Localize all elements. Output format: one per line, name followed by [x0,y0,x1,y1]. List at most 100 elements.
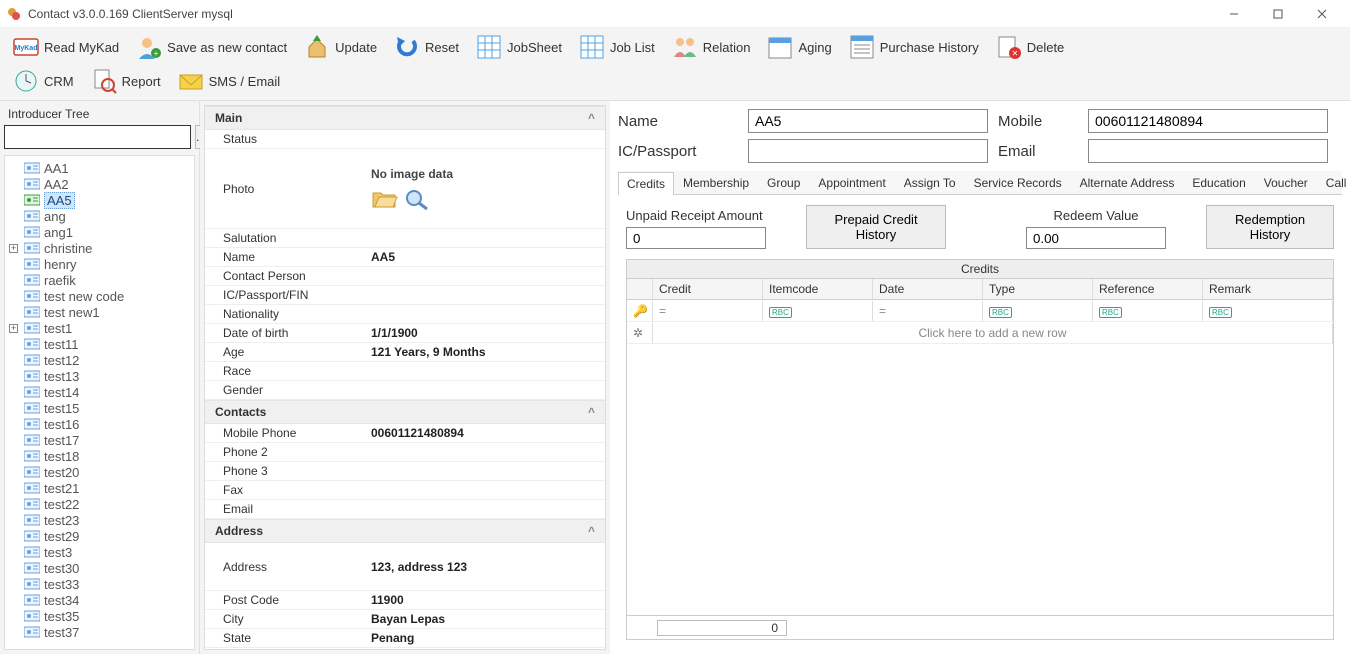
tab-assign-to[interactable]: Assign To [895,171,965,194]
mobile-input[interactable] [1088,109,1328,133]
redeem-input[interactable] [1026,227,1166,249]
tab-appointment[interactable]: Appointment [809,171,894,194]
tree-item[interactable]: test12 [7,352,192,368]
tree-item[interactable]: test new code [7,288,192,304]
tree-item[interactable]: test21 [7,480,192,496]
tree-item[interactable]: AA2 [7,176,192,192]
tab-membership[interactable]: Membership [674,171,758,194]
expander-icon[interactable]: + [9,324,18,333]
crm-button[interactable]: CRM [6,66,80,96]
minimize-button[interactable] [1212,0,1256,28]
introducer-tree[interactable]: AA1AA2AA5angang1+christinehenryraefiktes… [4,155,195,650]
tree-item[interactable]: raefik [7,272,192,288]
clock-icon [12,67,40,95]
joblist-button[interactable]: Job List [572,32,661,62]
tree-item[interactable]: henry [7,256,192,272]
delete-icon: ✕ [995,33,1023,61]
delete-button[interactable]: ✕Delete [989,32,1071,62]
contact-card-icon [24,241,40,255]
reset-button[interactable]: Reset [387,32,465,62]
contact-card-icon [24,225,40,239]
ic-input[interactable] [748,139,988,163]
tree-item[interactable]: test15 [7,400,192,416]
credits-new-row[interactable]: ✲ Click here to add a new row [627,322,1333,344]
save-new-contact-button[interactable]: +Save as new contact [129,32,293,62]
svg-text:MyKad: MyKad [15,45,38,52]
email-input[interactable] [1088,139,1328,163]
name-input[interactable] [748,109,988,133]
maximize-button[interactable] [1256,0,1300,28]
tree-item[interactable]: test20 [7,464,192,480]
tree-item[interactable]: AA1 [7,160,192,176]
relation-button[interactable]: Relation [665,32,757,62]
tree-item[interactable]: test17 [7,432,192,448]
purchase-history-button[interactable]: Purchase History [842,32,985,62]
svg-text:✕: ✕ [1011,49,1018,58]
folder-open-icon[interactable] [371,187,399,211]
tree-item[interactable]: ang [7,208,192,224]
unpaid-input[interactable] [626,227,766,249]
tree-item[interactable]: +test1 [7,320,192,336]
tab-service-records[interactable]: Service Records [965,171,1071,194]
tree-item[interactable]: test3 [7,544,192,560]
tree-item[interactable]: test11 [7,336,192,352]
jobsheet-button[interactable]: JobSheet [469,32,568,62]
tree-item[interactable]: AA5 [7,192,192,208]
tree-item[interactable]: ang1 [7,224,192,240]
tree-item[interactable]: test33 [7,576,192,592]
report-button[interactable]: Report [84,66,167,96]
tree-item[interactable]: test23 [7,512,192,528]
svg-text:+: + [154,49,159,58]
contact-card-icon [24,561,40,575]
read-mykad-button[interactable]: MyKadRead MyKad [6,32,125,62]
redemption-history-button[interactable]: Redemption History [1206,205,1334,249]
tree-item[interactable]: test16 [7,416,192,432]
tree-item[interactable]: test29 [7,528,192,544]
list-icon [848,33,876,61]
expander-icon [9,436,18,445]
close-button[interactable] [1300,0,1344,28]
tree-item-label: test29 [44,529,79,544]
tree-item[interactable]: test37 [7,624,192,640]
expander-icon[interactable]: + [9,244,18,253]
tree-item[interactable]: +christine [7,240,192,256]
redeem-label: Redeem Value [1026,208,1166,223]
tree-item[interactable]: test18 [7,448,192,464]
tree-item-label: test12 [44,353,79,368]
contact-card-icon [24,465,40,479]
credits-grid-footer: 0 [627,615,1333,639]
update-button[interactable]: Update [297,32,383,62]
expander-icon [9,388,18,397]
tree-item-label: test37 [44,625,79,640]
tab-strip: CreditsMembershipGroupAppointmentAssign … [618,171,1342,195]
magnifier-icon[interactable] [403,187,431,211]
tree-item[interactable]: test22 [7,496,192,512]
tree-item-label: test20 [44,465,79,480]
main-section-header[interactable]: Main^ [205,106,605,130]
address-section-header[interactable]: Address^ [205,519,605,543]
grid-icon [578,33,606,61]
credits-grid[interactable]: Credits Credit Itemcode Date Type Refere… [626,259,1334,640]
aging-button[interactable]: Aging [760,32,837,62]
credits-filter-row[interactable]: 🔑 = RBC = RBC RBC RBC [627,300,1333,322]
tree-item[interactable]: test34 [7,592,192,608]
tab-call-records[interactable]: Call Records [1317,171,1350,194]
tree-item[interactable]: test13 [7,368,192,384]
tree-item[interactable]: test30 [7,560,192,576]
prepaid-credit-history-button[interactable]: Prepaid Credit History [806,205,946,249]
tab-education[interactable]: Education [1183,171,1254,194]
sms-email-button[interactable]: SMS / Email [171,66,287,96]
contact-card-icon [24,369,40,383]
introducer-search-input[interactable] [4,125,191,149]
contacts-section-header[interactable]: Contacts^ [205,400,605,424]
expander-icon [9,196,18,205]
expander-icon [9,580,18,589]
tab-credits[interactable]: Credits [618,172,674,195]
tab-group[interactable]: Group [758,171,809,194]
tree-item[interactable]: test14 [7,384,192,400]
tree-item[interactable]: test35 [7,608,192,624]
tab-voucher[interactable]: Voucher [1255,171,1317,194]
tab-alternate-address[interactable]: Alternate Address [1071,171,1184,194]
tree-item[interactable]: test new1 [7,304,192,320]
credits-grid-title: Credits [627,260,1333,279]
